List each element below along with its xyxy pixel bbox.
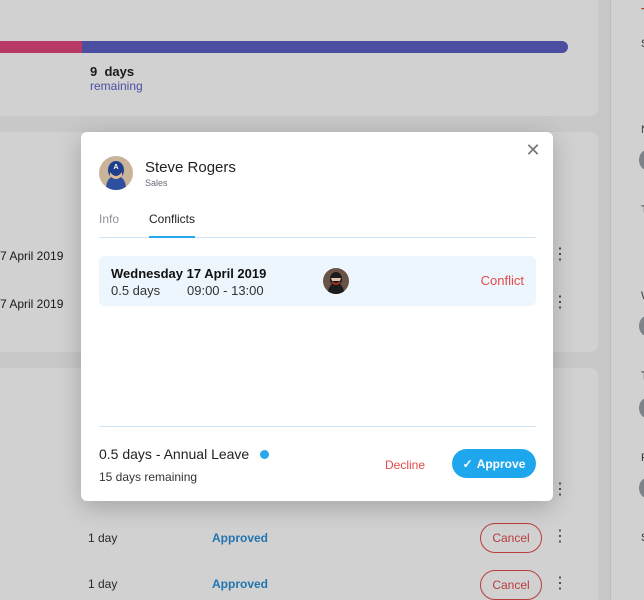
svg-text:A: A <box>113 164 118 171</box>
avatar <box>323 268 349 294</box>
tab-bar: Info Conflicts <box>99 212 536 238</box>
conflict-item[interactable]: Wednesday 17 April 2019 0.5 days 09:00 -… <box>99 256 536 306</box>
conflict-days: 0.5 days <box>111 283 161 298</box>
avatar: A <box>99 156 133 190</box>
conflict-time: 09:00 - 13:00 <box>187 283 264 298</box>
conflict-date: Wednesday 17 April 2019 <box>111 266 267 281</box>
leave-request-modal: ✕ A Steve Rogers Sales Info Conflicts We… <box>81 132 553 501</box>
decline-button[interactable]: Decline <box>385 458 425 472</box>
approve-label: Approve <box>476 456 526 471</box>
user-department: Sales <box>145 178 168 188</box>
approve-button[interactable]: ✓ Approve <box>452 449 536 478</box>
tab-conflicts[interactable]: Conflicts <box>149 212 196 238</box>
divider <box>99 426 536 427</box>
leave-remaining: 15 days remaining <box>99 470 198 484</box>
user-name: Steve Rogers <box>145 159 236 176</box>
close-icon[interactable]: ✕ <box>525 141 541 159</box>
check-icon: ✓ <box>462 456 473 471</box>
tab-info[interactable]: Info <box>99 212 119 238</box>
leave-type-indicator <box>260 450 269 459</box>
conflict-status: Conflict <box>480 273 524 288</box>
leave-summary: 0.5 days - Annual Leave <box>99 446 250 462</box>
